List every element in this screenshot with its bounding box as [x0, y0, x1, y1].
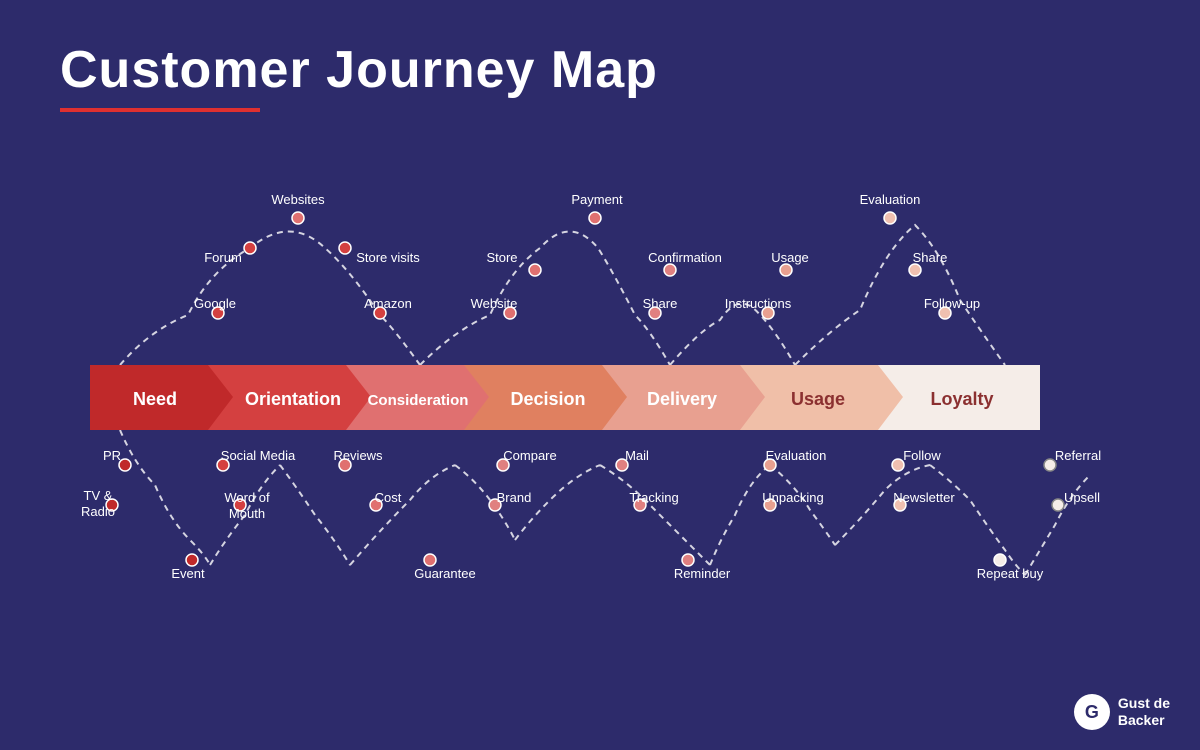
logo-icon: G	[1074, 694, 1110, 730]
title-underline	[60, 108, 260, 112]
label-followup: Follow-up	[924, 296, 980, 311]
label-usage: Usage	[771, 250, 809, 265]
label-follow: Follow	[903, 448, 941, 463]
label-cost: Cost	[375, 490, 402, 505]
label-instructions: Instructions	[725, 296, 792, 311]
stage-decision-label: Decision	[510, 389, 585, 409]
journey-diagram: Websites Forum Google Store visits Amazo…	[40, 170, 1160, 650]
page-title: Customer Journey Map	[60, 40, 658, 100]
label-confirmation: Confirmation	[648, 250, 722, 265]
stage-consideration-label: Consideration	[368, 392, 469, 409]
label-reminder: Reminder	[674, 566, 731, 581]
logo-text: Gust deBacker	[1118, 695, 1170, 729]
label-pr: PR	[103, 448, 121, 463]
label-evaluation-b: Evaluation	[766, 448, 827, 463]
label-google: Google	[194, 296, 236, 311]
label-guarantee: Guarantee	[414, 566, 475, 581]
label-tracking: Tracking	[629, 490, 678, 505]
stage-need-label: Need	[133, 389, 177, 409]
stage-delivery-label: Delivery	[647, 389, 717, 409]
label-brand: Brand	[497, 490, 532, 505]
label-event: Event	[171, 566, 205, 581]
label-share-top: Share	[643, 296, 678, 311]
label-word-of-mouth: Word of	[224, 490, 270, 505]
label-compare: Compare	[503, 448, 556, 463]
title-section: Customer Journey Map	[60, 40, 658, 112]
label-upsell: Upsell	[1064, 490, 1100, 505]
label-share-r: Share	[913, 250, 948, 265]
label-newsletter: Newsletter	[893, 490, 955, 505]
label-mail: Mail	[625, 448, 649, 463]
label-word-of-mouth2: Mouth	[229, 506, 265, 521]
label-forum: Forum	[204, 250, 242, 265]
stage-loyalty-label: Loyalty	[930, 389, 993, 409]
stage-usage-label: Usage	[791, 389, 845, 409]
label-radio: Radio	[81, 504, 115, 519]
logo: G Gust deBacker	[1074, 694, 1170, 730]
label-store-visits: Store visits	[356, 250, 420, 265]
label-evaluation-top: Evaluation	[860, 192, 921, 207]
label-amazon: Amazon	[364, 296, 412, 311]
label-unpacking: Unpacking	[762, 490, 823, 505]
label-store: Store	[486, 250, 517, 265]
label-repeat-buy: Repeat buy	[977, 566, 1044, 581]
label-reviews: Reviews	[333, 448, 383, 463]
label-social-media: Social Media	[221, 448, 296, 463]
label-tv: TV &	[84, 488, 113, 503]
label-website: Website	[471, 296, 518, 311]
stage-orientation-label: Orientation	[245, 389, 341, 409]
label-websites: Websites	[271, 192, 325, 207]
label-payment: Payment	[571, 192, 623, 207]
label-referral: Referral	[1055, 448, 1101, 463]
